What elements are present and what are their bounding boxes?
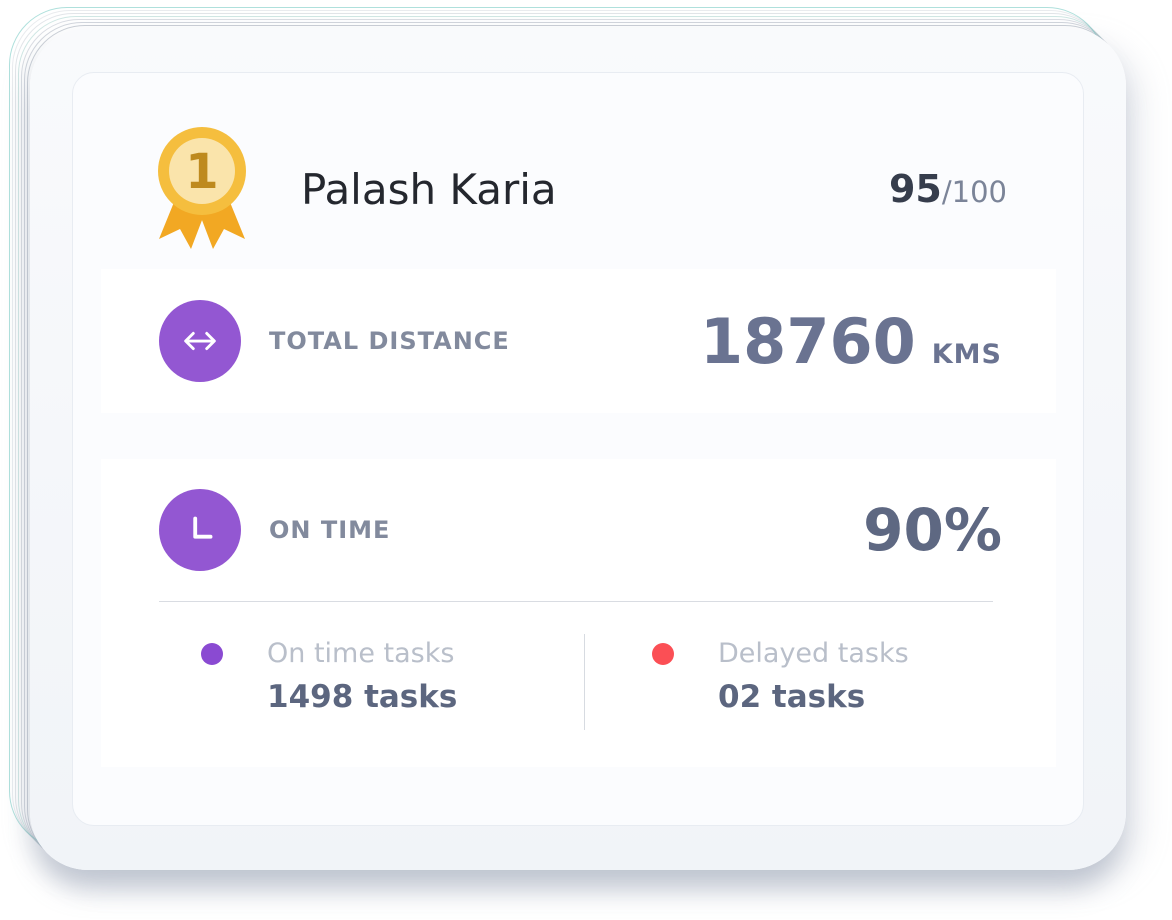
on-time-value: 90%: [863, 496, 1002, 564]
performance-card-screen: 1 Palash Karia 95 /100 TOTAL DISTANC: [0, 0, 1172, 920]
driver-performance-card: 1 Palash Karia 95 /100 TOTAL DISTANC: [30, 28, 1126, 870]
on-time-tasks-label: On time tasks: [267, 638, 454, 669]
gold-medal-rank-1-icon: 1: [149, 123, 255, 255]
delayed-tasks-label: Delayed tasks: [718, 638, 909, 669]
total-distance-value: 18760 KMS: [700, 305, 1002, 378]
total-distance-label: TOTAL DISTANCE: [269, 327, 510, 355]
distance-number: 18760: [700, 305, 916, 378]
on-time-section: ON TIME 90% On time tasks 1498 tasks: [101, 459, 1056, 767]
on-time-tasks-count: 1498 tasks: [267, 679, 584, 715]
section-divider: [159, 601, 993, 602]
task-breakdown: On time tasks 1498 tasks Delayed tasks 0…: [101, 638, 1056, 730]
driver-score: 95 /100: [889, 167, 1007, 211]
driver-performance-panel: 1 Palash Karia 95 /100 TOTAL DISTANC: [72, 72, 1084, 826]
delayed-tasks-column: Delayed tasks 02 tasks: [585, 638, 909, 730]
driver-header: 1 Palash Karia 95 /100: [149, 119, 1007, 259]
score-denominator: /100: [942, 175, 1007, 209]
red-dot-icon: [652, 643, 674, 665]
clock-icon: [177, 507, 223, 553]
distance-icon-circle: [159, 300, 241, 382]
on-time-row: ON TIME 90%: [101, 459, 1056, 601]
on-time-label: ON TIME: [269, 516, 390, 544]
score-value: 95: [889, 167, 942, 211]
on-time-icon-circle: [159, 489, 241, 571]
delayed-tasks-header: Delayed tasks: [652, 638, 909, 669]
driver-name: Palash Karia: [301, 165, 557, 214]
rank-number: 1: [185, 144, 218, 200]
on-time-tasks-column: On time tasks 1498 tasks: [159, 638, 584, 730]
delayed-tasks-count: 02 tasks: [718, 679, 909, 715]
on-time-tasks-header: On time tasks: [201, 638, 584, 669]
total-distance-row: TOTAL DISTANCE 18760 KMS: [101, 269, 1056, 413]
horizontal-double-arrow-icon: [177, 318, 223, 364]
on-time-percentage: 90%: [863, 496, 1002, 564]
distance-unit: KMS: [932, 339, 1002, 370]
purple-dot-icon: [201, 643, 223, 665]
